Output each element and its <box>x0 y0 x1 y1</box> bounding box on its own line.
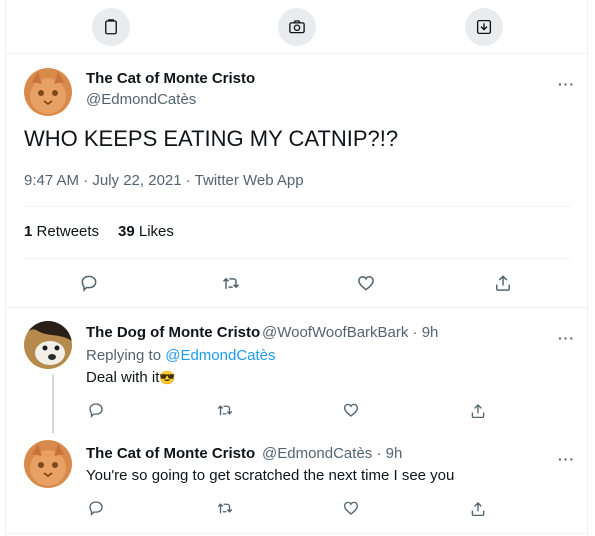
reply-icon[interactable] <box>86 400 106 420</box>
avatar[interactable] <box>24 440 72 488</box>
handle-time[interactable]: @EdmondCatès · 9h <box>262 445 402 462</box>
top-action-bar <box>6 0 589 54</box>
replying-to-handle[interactable]: @EdmondCatès <box>165 347 275 364</box>
share-icon[interactable] <box>468 401 488 421</box>
like-icon[interactable] <box>341 498 361 518</box>
more-options-button[interactable]: ··· <box>558 76 575 92</box>
likes-stat[interactable]: 39 Likes <box>118 223 174 240</box>
avatar[interactable] <box>24 321 72 369</box>
retweets-stat[interactable]: 1 Retweets <box>24 223 99 240</box>
tweet-thread: The Cat of Monte Cristo @EdmondCatès ···… <box>5 0 589 536</box>
camera-icon <box>287 18 307 36</box>
replying-to: Replying to @EdmondCatès <box>86 347 276 364</box>
handle-time[interactable]: @WoofWoofBarkBark · 9h <box>262 324 438 341</box>
emoji: 😎 <box>159 370 176 385</box>
retweet-icon[interactable] <box>214 400 236 420</box>
reply-text-body: Deal with it <box>86 369 160 386</box>
retweet-icon[interactable] <box>219 272 243 294</box>
like-icon[interactable] <box>355 272 377 294</box>
reply-icon[interactable] <box>86 498 106 518</box>
download-icon <box>475 18 493 36</box>
likes-label: Likes <box>138 223 174 240</box>
share-icon[interactable] <box>492 272 514 294</box>
retweet-icon[interactable] <box>214 498 236 518</box>
handle[interactable]: @EdmondCatès <box>86 91 196 108</box>
share-icon[interactable] <box>468 499 488 519</box>
retweets-count: 1 <box>24 223 33 240</box>
reply-text: You're so going to get scratched the nex… <box>86 467 455 484</box>
display-name[interactable]: The Dog of Monte Cristo <box>86 324 260 341</box>
avatar[interactable] <box>24 68 72 116</box>
camera-button[interactable] <box>278 8 316 46</box>
thread-connector <box>52 375 54 433</box>
display-name[interactable]: The Cat of Monte Cristo <box>86 445 255 462</box>
display-name[interactable]: The Cat of Monte Cristo <box>86 70 255 87</box>
tweet-timestamp[interactable]: 9:47 AM · July 22, 2021 · Twitter Web Ap… <box>24 172 304 189</box>
clipboard-button[interactable] <box>92 8 130 46</box>
divider <box>6 307 589 308</box>
more-options-button[interactable]: ··· <box>558 451 575 467</box>
more-options-button[interactable]: ··· <box>558 330 575 346</box>
tweet-text: WHO KEEPS EATING MY CATNIP?!? <box>24 126 399 151</box>
reply-text: Deal with it😎 <box>86 369 176 386</box>
retweets-label: Retweets <box>36 223 100 240</box>
clipboard-icon <box>102 18 120 36</box>
divider <box>24 206 571 207</box>
download-button[interactable] <box>465 8 503 46</box>
like-icon[interactable] <box>341 400 361 420</box>
divider <box>24 258 571 259</box>
replying-to-label: Replying to <box>86 347 162 364</box>
likes-count: 39 <box>118 223 135 240</box>
reply-icon[interactable] <box>78 272 100 294</box>
divider <box>6 533 589 534</box>
